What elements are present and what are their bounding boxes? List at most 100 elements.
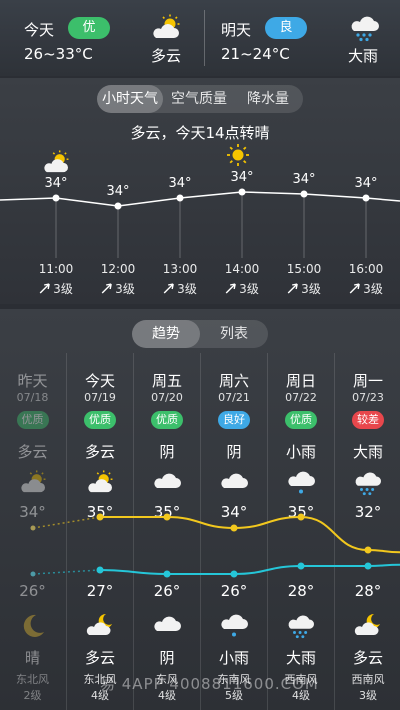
night-condition: 小雨 [218, 649, 249, 667]
day-date: 07/22 [285, 391, 317, 404]
daily-column[interactable]: 昨天 07/18 优质 多云 34° 26° 晴 东北风 2级 [0, 353, 66, 710]
hourly-wind-label: 3级 [163, 280, 197, 297]
heavy-rain-icon [354, 470, 382, 500]
partly-cloudy-icon [85, 470, 115, 498]
hourly-wind-label: 3级 [349, 280, 383, 297]
wind-direction-icon [349, 282, 363, 296]
hourly-temp-point [52, 194, 60, 202]
day-aqi-badge: 优质 [84, 411, 116, 429]
day-aqi-badge: 优质 [151, 411, 183, 429]
hourly-time-label: 11:00 [38, 262, 74, 276]
hourly-time-label: 12:00 [100, 262, 136, 276]
day-condition: 小雨 [285, 443, 316, 461]
cloud-icon [153, 613, 181, 637]
day-wind-level: 2级 [23, 689, 42, 702]
hourly-forecast-panel: 小时天气 空气质量 降水量 多云，今天14点转晴 34° 11:00 3级 34° 12… [0, 78, 400, 304]
wind-direction-icon [163, 282, 177, 296]
night-condition: 晴 [24, 649, 40, 667]
night-condition: 大雨 [285, 649, 316, 667]
day-name: 周五 [151, 372, 182, 390]
heavy-rain-icon [350, 14, 380, 46]
heavy-rain-icon [287, 613, 315, 643]
day-low-temp: 28° [354, 582, 382, 600]
hourly-time-label: 14:00 [224, 262, 260, 276]
hourly-time-label: 15:00 [286, 262, 322, 276]
hourly-temp-point [176, 194, 184, 202]
tomorrow-aqi-badge: 良 [265, 17, 307, 39]
hourly-wind-label: 3级 [225, 280, 259, 297]
day-high-temp: 34° [220, 503, 248, 521]
hourly-temp-point [300, 190, 308, 198]
hourly-temp-point [362, 194, 370, 202]
hourly-temp-label: 34° [168, 176, 192, 191]
hourly-temp-point [238, 188, 246, 196]
forecast-summary-bar: 今天 优 26~33°C 多云 明天 良 21~24°C 大雨 [0, 0, 400, 76]
day-wind-level: 3级 [359, 689, 377, 702]
hourly-wind-label: 3级 [39, 280, 73, 297]
day-low-temp: 27° [86, 582, 114, 600]
day-date: 07/21 [218, 391, 250, 404]
today-label: 今天 [24, 21, 55, 39]
hourly-temp-label: 34° [44, 176, 68, 191]
today-aqi-badge: 优 [68, 17, 110, 39]
day-high-temp: 34° [19, 503, 46, 521]
tomorrow-temp-range: 21~24°C [221, 45, 290, 63]
day-low-temp: 28° [287, 582, 315, 600]
sun-icon [227, 144, 249, 170]
daily-column[interactable]: 周日 07/22 优质 小雨 35° 28° 大雨 西南风 4级 [267, 353, 334, 710]
day-low-temp: 26° [19, 582, 46, 600]
day-aqi-badge: 优质 [285, 411, 317, 429]
today-summary[interactable]: 今天 优 26~33°C 多云 [0, 0, 204, 76]
day-date: 07/18 [16, 391, 49, 404]
day-low-temp: 26° [220, 582, 248, 600]
wind-direction-icon [101, 282, 115, 296]
tab-trend[interactable]: 趋势 [132, 320, 200, 348]
tomorrow-condition: 大雨 [348, 47, 379, 65]
cloud-moon-icon [354, 613, 382, 641]
hourly-temp-label: 34° [292, 172, 316, 187]
hourly-temp-label: 34° [354, 176, 378, 191]
night-condition: 阴 [159, 649, 175, 667]
day-high-temp: 35° [86, 503, 114, 521]
day-high-temp: 32° [354, 503, 382, 521]
night-condition: 多云 [352, 649, 383, 667]
daily-forecast-panel: 趋势 列表 昨天 07/18 优质 多云 34° 26° 晴 东北风 2级 今天… [0, 309, 400, 710]
daily-view-toggle: 趋势 列表 [132, 320, 268, 348]
tomorrow-summary[interactable]: 明天 良 21~24°C 大雨 [205, 0, 400, 76]
day-aqi-badge: 优质 [16, 411, 49, 429]
day-condition: 多云 [17, 443, 48, 461]
wind-direction-icon [39, 282, 53, 296]
day-name: 周一 [352, 372, 383, 390]
hourly-time-label: 16:00 [348, 262, 384, 276]
today-temp-range: 26~33°C [24, 45, 93, 63]
hourly-wind-label: 3级 [101, 280, 135, 297]
tab-list[interactable]: 列表 [200, 320, 268, 348]
watermark-text: 易 4APP 4008811600.COM [100, 675, 319, 693]
hourly-time-label: 13:00 [162, 262, 198, 276]
daily-column[interactable]: 周五 07/20 优质 阴 35° 26° 阴 东风 4级 [133, 353, 200, 710]
hourly-wind-label: 3级 [287, 280, 321, 297]
day-low-temp: 26° [153, 582, 181, 600]
day-condition: 阴 [159, 443, 175, 461]
daily-column[interactable]: 周一 07/23 较差 大雨 32° 28° 多云 西南风 3级 [334, 353, 400, 710]
day-high-temp: 35° [287, 503, 315, 521]
day-name: 今天 [84, 372, 115, 390]
hourly-temp-point [114, 202, 122, 210]
moon-icon [20, 613, 46, 643]
cloud-moon-icon [86, 613, 114, 641]
night-condition: 多云 [84, 649, 115, 667]
tomorrow-label: 明天 [221, 21, 252, 39]
hourly-temp-line [0, 191, 400, 207]
daily-column[interactable]: 今天 07/19 优质 多云 35° 27° 多云 东北风 4级 [66, 353, 133, 710]
day-name: 昨天 [17, 372, 48, 390]
cloud-icon [153, 470, 181, 494]
day-aqi-badge: 良好 [218, 411, 250, 429]
day-aqi-badge: 较差 [352, 411, 384, 429]
today-condition: 多云 [151, 47, 182, 65]
day-condition: 大雨 [352, 443, 383, 461]
day-condition: 多云 [84, 443, 115, 461]
light-rain-icon [220, 613, 248, 643]
day-name: 周日 [285, 372, 316, 390]
day-condition: 阴 [226, 443, 242, 461]
daily-column[interactable]: 周六 07/21 良好 阴 34° 26° 小雨 东南风 5级 [200, 353, 267, 710]
